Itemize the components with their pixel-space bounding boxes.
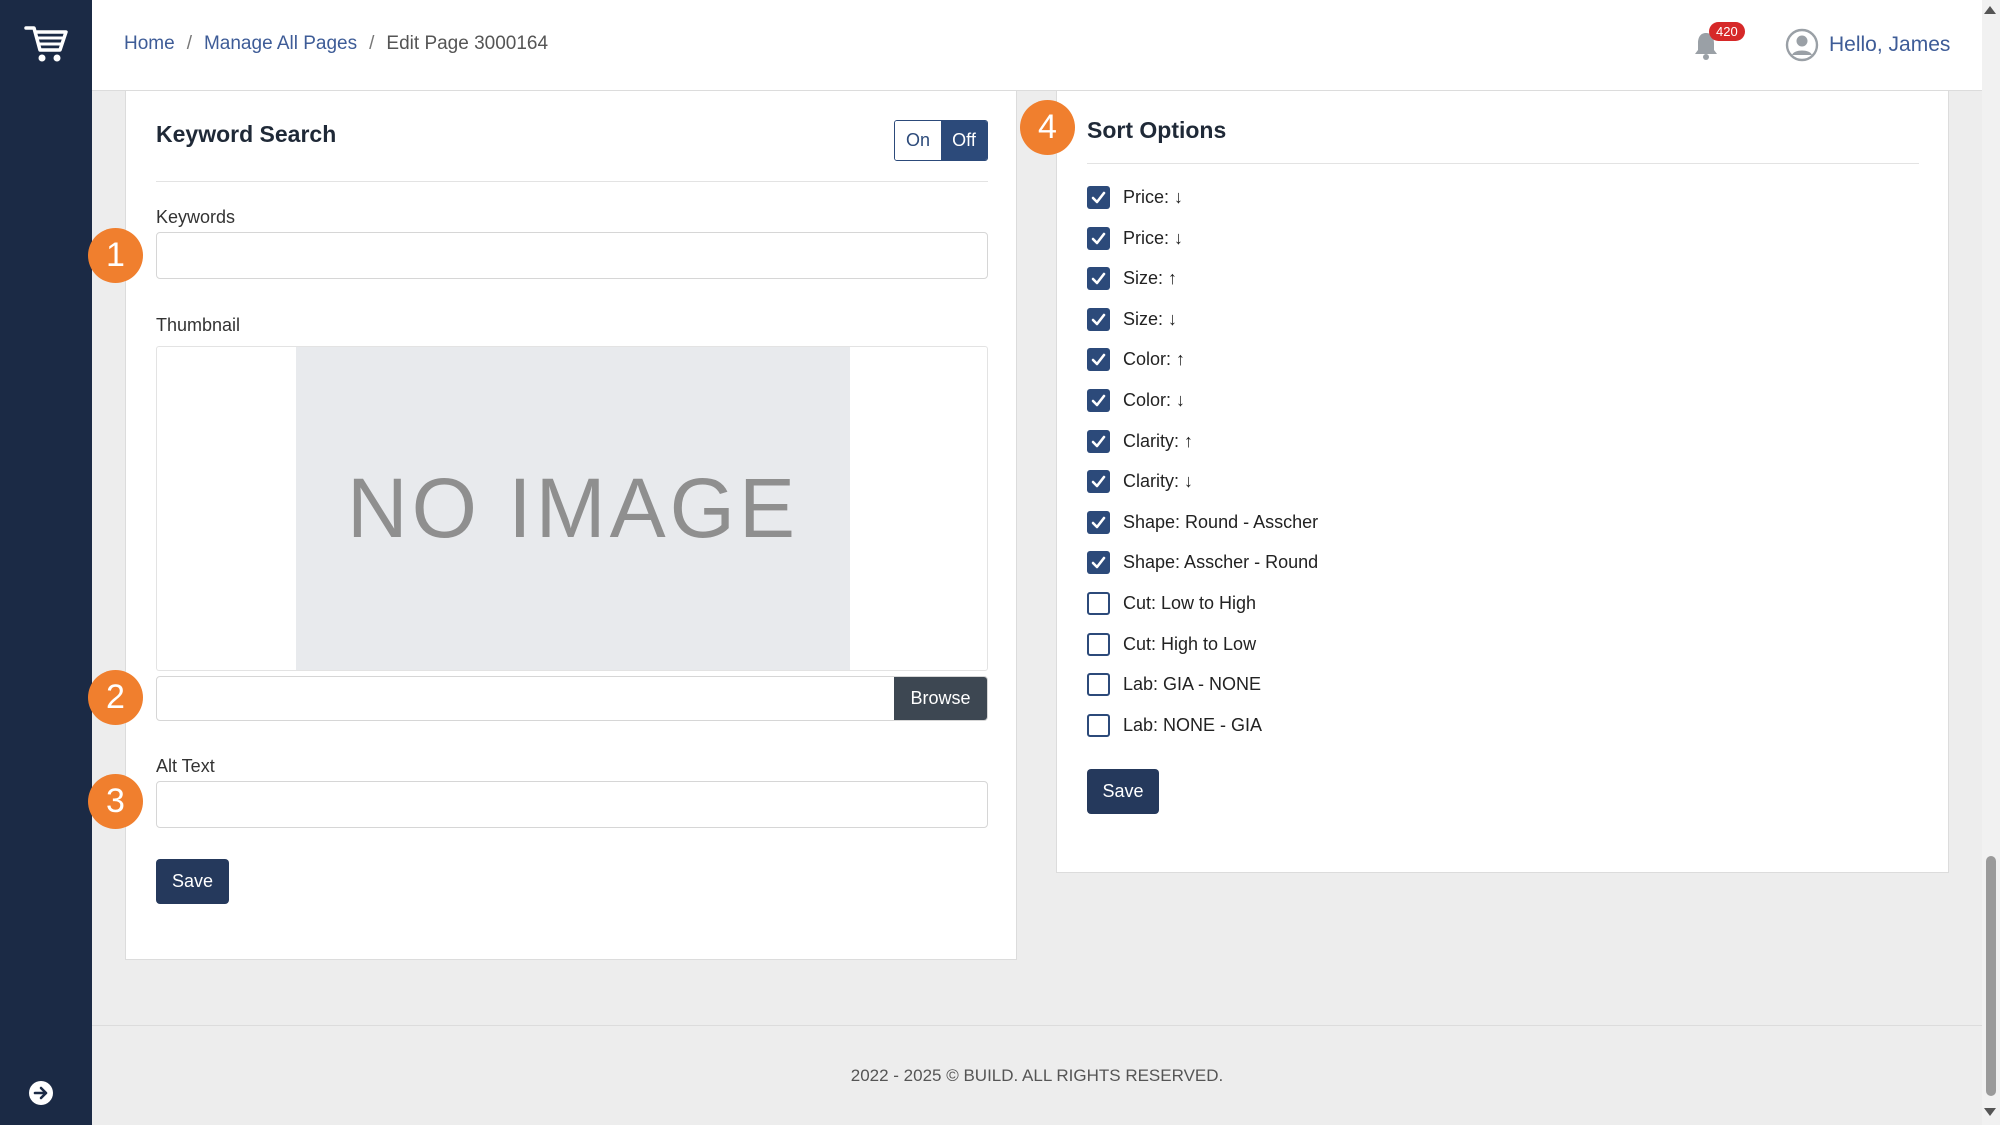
sort-option-item[interactable]: Clarity: ↑ bbox=[1087, 428, 1193, 454]
user-avatar-icon bbox=[1785, 28, 1819, 62]
sort-option-item[interactable]: Lab: GIA - NONE bbox=[1087, 671, 1261, 697]
checkmark-icon bbox=[1091, 272, 1106, 284]
checkbox-checked[interactable] bbox=[1087, 550, 1110, 574]
sort-option-label: Price: ↓ bbox=[1123, 227, 1184, 248]
toggle-off-option[interactable]: Off bbox=[941, 121, 987, 160]
sort-option-label: Lab: NONE - GIA bbox=[1123, 714, 1263, 735]
checkbox-checked[interactable] bbox=[1087, 347, 1110, 371]
step-marker-3: 3 bbox=[88, 774, 143, 829]
sort-option-label: Size: ↑ bbox=[1123, 267, 1178, 288]
sort-option-item[interactable]: Shape: Round - Asscher bbox=[1087, 509, 1318, 535]
step-marker-2: 2 bbox=[88, 670, 143, 725]
keyword-search-toggle[interactable]: On Off bbox=[894, 120, 988, 161]
checkbox-unchecked[interactable] bbox=[1087, 591, 1110, 615]
keywords-input[interactable] bbox=[156, 232, 988, 279]
user-menu[interactable]: Hello, James bbox=[1785, 28, 1950, 62]
breadcrumb-current: Edit Page 3000164 bbox=[386, 33, 549, 54]
no-image-placeholder: NO IMAGE bbox=[296, 347, 850, 670]
step-marker-4: 4 bbox=[1020, 100, 1075, 155]
sort-option-label: Shape: Round - Asscher bbox=[1123, 511, 1319, 532]
top-bar: Home / Manage All Pages / Edit Page 3000… bbox=[92, 0, 1982, 91]
breadcrumb-home-link[interactable]: Home bbox=[124, 33, 175, 55]
sort-option-label: Lab: GIA - NONE bbox=[1123, 673, 1262, 694]
checkmark-icon bbox=[1091, 516, 1106, 528]
sort-option-label: Clarity: ↑ bbox=[1123, 430, 1194, 451]
keywords-label: Keywords bbox=[156, 207, 236, 227]
checkmark-icon bbox=[1091, 232, 1106, 244]
sort-option-item[interactable]: Shape: Asscher - Round bbox=[1087, 549, 1318, 575]
checkbox-checked[interactable] bbox=[1087, 469, 1110, 493]
breadcrumb-manage-pages-link[interactable]: Manage All Pages bbox=[204, 33, 357, 55]
browse-button[interactable]: Browse bbox=[894, 677, 987, 720]
thumbnail-label: Thumbnail bbox=[156, 315, 241, 335]
checkbox-checked[interactable] bbox=[1087, 226, 1110, 250]
step-marker-1: 1 bbox=[88, 228, 143, 283]
checkmark-icon bbox=[1091, 313, 1106, 325]
checkmark-icon bbox=[1091, 353, 1106, 365]
sort-option-item[interactable]: Color: ↓ bbox=[1087, 387, 1185, 413]
sort-option-item[interactable]: Color: ↑ bbox=[1087, 346, 1185, 372]
alt-text-label: Alt Text bbox=[156, 756, 215, 776]
sort-option-item[interactable]: Cut: Low to High bbox=[1087, 590, 1256, 616]
sort-option-item[interactable]: Price: ↓ bbox=[1087, 184, 1183, 210]
footer: 2022 - 2025 © BUILD. ALL RIGHTS RESERVED… bbox=[92, 1025, 1982, 1125]
sort-option-item[interactable]: Lab: NONE - GIA bbox=[1087, 712, 1262, 738]
scrollbar-thumb[interactable] bbox=[1986, 856, 1996, 1096]
checkbox-checked[interactable] bbox=[1087, 266, 1110, 290]
sidebar bbox=[0, 0, 92, 1125]
scroll-down-arrow-icon[interactable] bbox=[1984, 1108, 1996, 1116]
checkbox-checked[interactable] bbox=[1087, 429, 1110, 453]
toggle-on-option[interactable]: On bbox=[895, 121, 941, 160]
keyword-search-title: Keyword Search bbox=[156, 121, 337, 147]
checkmark-icon bbox=[1091, 191, 1106, 203]
sort-option-label: Shape: Asscher - Round bbox=[1123, 551, 1319, 572]
checkbox-unchecked[interactable] bbox=[1087, 713, 1110, 737]
sort-option-item[interactable]: Clarity: ↓ bbox=[1087, 468, 1193, 494]
checkbox-checked[interactable] bbox=[1087, 185, 1110, 209]
sort-option-item[interactable]: Price: ↓ bbox=[1087, 225, 1183, 251]
keyword-search-card: Keyword Search On Off Keywords Thumbnail… bbox=[125, 90, 1017, 960]
card-divider bbox=[1087, 163, 1919, 164]
sort-option-item[interactable]: Size: ↓ bbox=[1087, 306, 1177, 332]
sort-options-save-button[interactable]: Save bbox=[1087, 769, 1159, 814]
card-divider bbox=[156, 181, 988, 182]
keyword-search-save-button[interactable]: Save bbox=[156, 859, 229, 904]
checkmark-icon bbox=[1091, 475, 1106, 487]
alt-text-input[interactable] bbox=[156, 781, 988, 828]
sort-options-card: Sort Options Price: ↓ Price: ↓ Size: ↑ Size… bbox=[1056, 90, 1949, 873]
checkbox-checked[interactable] bbox=[1087, 510, 1110, 534]
user-greeting: Hello, James bbox=[1829, 33, 1951, 56]
breadcrumb-separator: / bbox=[369, 33, 375, 54]
checkmark-icon bbox=[1091, 556, 1106, 568]
sort-option-label: Cut: Low to High bbox=[1123, 592, 1257, 613]
checkmark-icon bbox=[1091, 435, 1106, 447]
thumbnail-file-input[interactable]: Browse bbox=[156, 676, 988, 721]
scroll-up-arrow-icon[interactable] bbox=[1984, 6, 1996, 14]
shopping-cart-icon[interactable] bbox=[22, 20, 70, 68]
sort-option-label: Price: ↓ bbox=[1123, 186, 1184, 207]
checkmark-icon bbox=[1091, 394, 1106, 406]
breadcrumb-separator: / bbox=[186, 33, 192, 54]
sort-option-item[interactable]: Size: ↑ bbox=[1087, 265, 1177, 291]
checkbox-checked[interactable] bbox=[1087, 307, 1110, 331]
breadcrumb: Home / Manage All Pages / Edit Page 3000… bbox=[124, 33, 548, 55]
sort-option-label: Color: ↑ bbox=[1123, 348, 1186, 369]
sort-option-label: Size: ↓ bbox=[1123, 308, 1178, 329]
notification-badge: 420 bbox=[1709, 22, 1745, 41]
checkbox-unchecked[interactable] bbox=[1087, 632, 1110, 656]
expand-sidebar-icon[interactable] bbox=[28, 1080, 54, 1106]
sort-options-title: Sort Options bbox=[1087, 117, 1227, 143]
checkbox-unchecked[interactable] bbox=[1087, 672, 1110, 696]
sort-option-label: Clarity: ↓ bbox=[1123, 470, 1194, 491]
sort-option-label: Cut: High to Low bbox=[1123, 633, 1257, 654]
sort-option-item[interactable]: Cut: High to Low bbox=[1087, 631, 1256, 657]
checkbox-checked[interactable] bbox=[1087, 388, 1110, 412]
footer-copyright: 2022 - 2025 © BUILD. ALL RIGHTS RESERVED… bbox=[850, 1066, 1224, 1085]
thumbnail-preview: NO IMAGE bbox=[156, 346, 988, 671]
sort-option-label: Color: ↓ bbox=[1123, 389, 1186, 410]
no-image-text: NO IMAGE bbox=[346, 461, 800, 555]
